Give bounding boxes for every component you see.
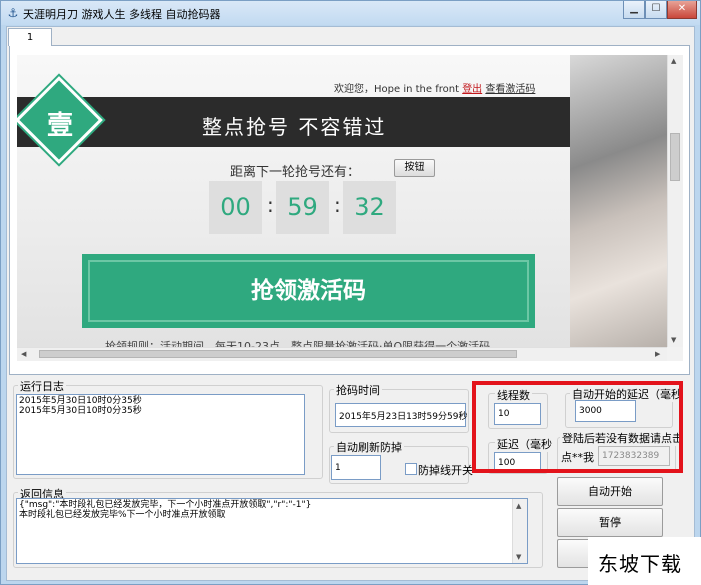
browser-vertical-scroll-thumb[interactable] bbox=[670, 133, 680, 181]
log-group-label: 运行日志 bbox=[18, 378, 66, 394]
countdown-seconds: 32 bbox=[343, 181, 396, 234]
badge-char: 壹 bbox=[46, 111, 73, 141]
window-title: 天涯明月刀 游戏人生 多线程 自动抢码器 bbox=[23, 8, 221, 21]
browser-vertical-scrollbar[interactable] bbox=[667, 55, 683, 347]
welcome-text: 欢迎您，Hope in the front bbox=[334, 84, 459, 95]
close-button[interactable]: ✕ bbox=[667, 1, 697, 19]
return-scroll-down-icon[interactable]: ▼ bbox=[516, 553, 521, 561]
auto-start-button[interactable]: 自动开始 bbox=[557, 477, 663, 506]
auto-refresh-input[interactable]: 1 bbox=[331, 455, 381, 480]
logout-link[interactable]: 登出 bbox=[462, 84, 482, 95]
countdown-label: 距离下一轮抢号还有： bbox=[230, 165, 361, 180]
anti-drop-label: 防掉线开关 bbox=[418, 464, 473, 477]
browser-horizontal-scroll-thumb[interactable] bbox=[39, 350, 517, 358]
anti-drop-checkbox[interactable] bbox=[405, 463, 417, 475]
scroll-up-icon[interactable]: ▲ bbox=[671, 57, 676, 65]
return-info-textarea[interactable]: {"msg":"本时段礼包已经发放完毕，下一个小时准点开放领取","r":"-1… bbox=[16, 498, 528, 564]
character-artwork bbox=[570, 55, 667, 347]
page-button[interactable]: 按钮 bbox=[394, 159, 435, 177]
title-bar[interactable]: ⚓ 天涯明月刀 游戏人生 多线程 自动抢码器 ▁ ☐ ✕ bbox=[1, 1, 700, 25]
embedded-browser[interactable]: 欢迎您，Hope in the front 登出 查看激活码 壹 整点抢号 不容… bbox=[17, 55, 683, 361]
run-log-textarea[interactable]: 2015年5月30日10时0分35秒 2015年5月30日10时0分35秒 bbox=[16, 394, 305, 475]
welcome-bar: 欢迎您，Hope in the front 登出 查看激活码 bbox=[334, 80, 535, 95]
grab-time-label: 抢码时间 bbox=[334, 382, 382, 398]
countdown-colon: : bbox=[334, 193, 341, 217]
pause-button[interactable]: 暂停 bbox=[557, 508, 663, 537]
countdown-colon: : bbox=[267, 193, 274, 217]
scroll-right-icon[interactable]: ▶ bbox=[655, 350, 660, 358]
countdown-minutes: 59 bbox=[276, 181, 329, 234]
watermark-text: 东坡下载 bbox=[598, 552, 682, 576]
scroll-left-icon[interactable]: ◀ bbox=[21, 350, 26, 358]
grab-time-input[interactable]: 2015年5月23日13时59分59秒 bbox=[335, 403, 467, 427]
view-codes-link[interactable]: 查看激活码 bbox=[485, 84, 535, 95]
scroll-down-icon[interactable]: ▼ bbox=[671, 336, 676, 344]
app-anchor-icon: ⚓ bbox=[7, 6, 19, 20]
minimize-button[interactable]: ▁ bbox=[623, 1, 645, 19]
tab-1[interactable]: 1 bbox=[8, 28, 52, 46]
countdown-hours: 00 bbox=[209, 181, 262, 234]
return-scroll-up-icon[interactable]: ▲ bbox=[516, 502, 521, 510]
banner-title: 整点抢号 不容错过 bbox=[202, 115, 387, 139]
auto-refresh-label: 自动刷新防掉 bbox=[334, 439, 404, 455]
maximize-button[interactable]: ☐ bbox=[645, 1, 667, 19]
claim-code-button[interactable]: 抢领激活码 bbox=[82, 254, 535, 328]
highlight-box bbox=[472, 381, 683, 473]
